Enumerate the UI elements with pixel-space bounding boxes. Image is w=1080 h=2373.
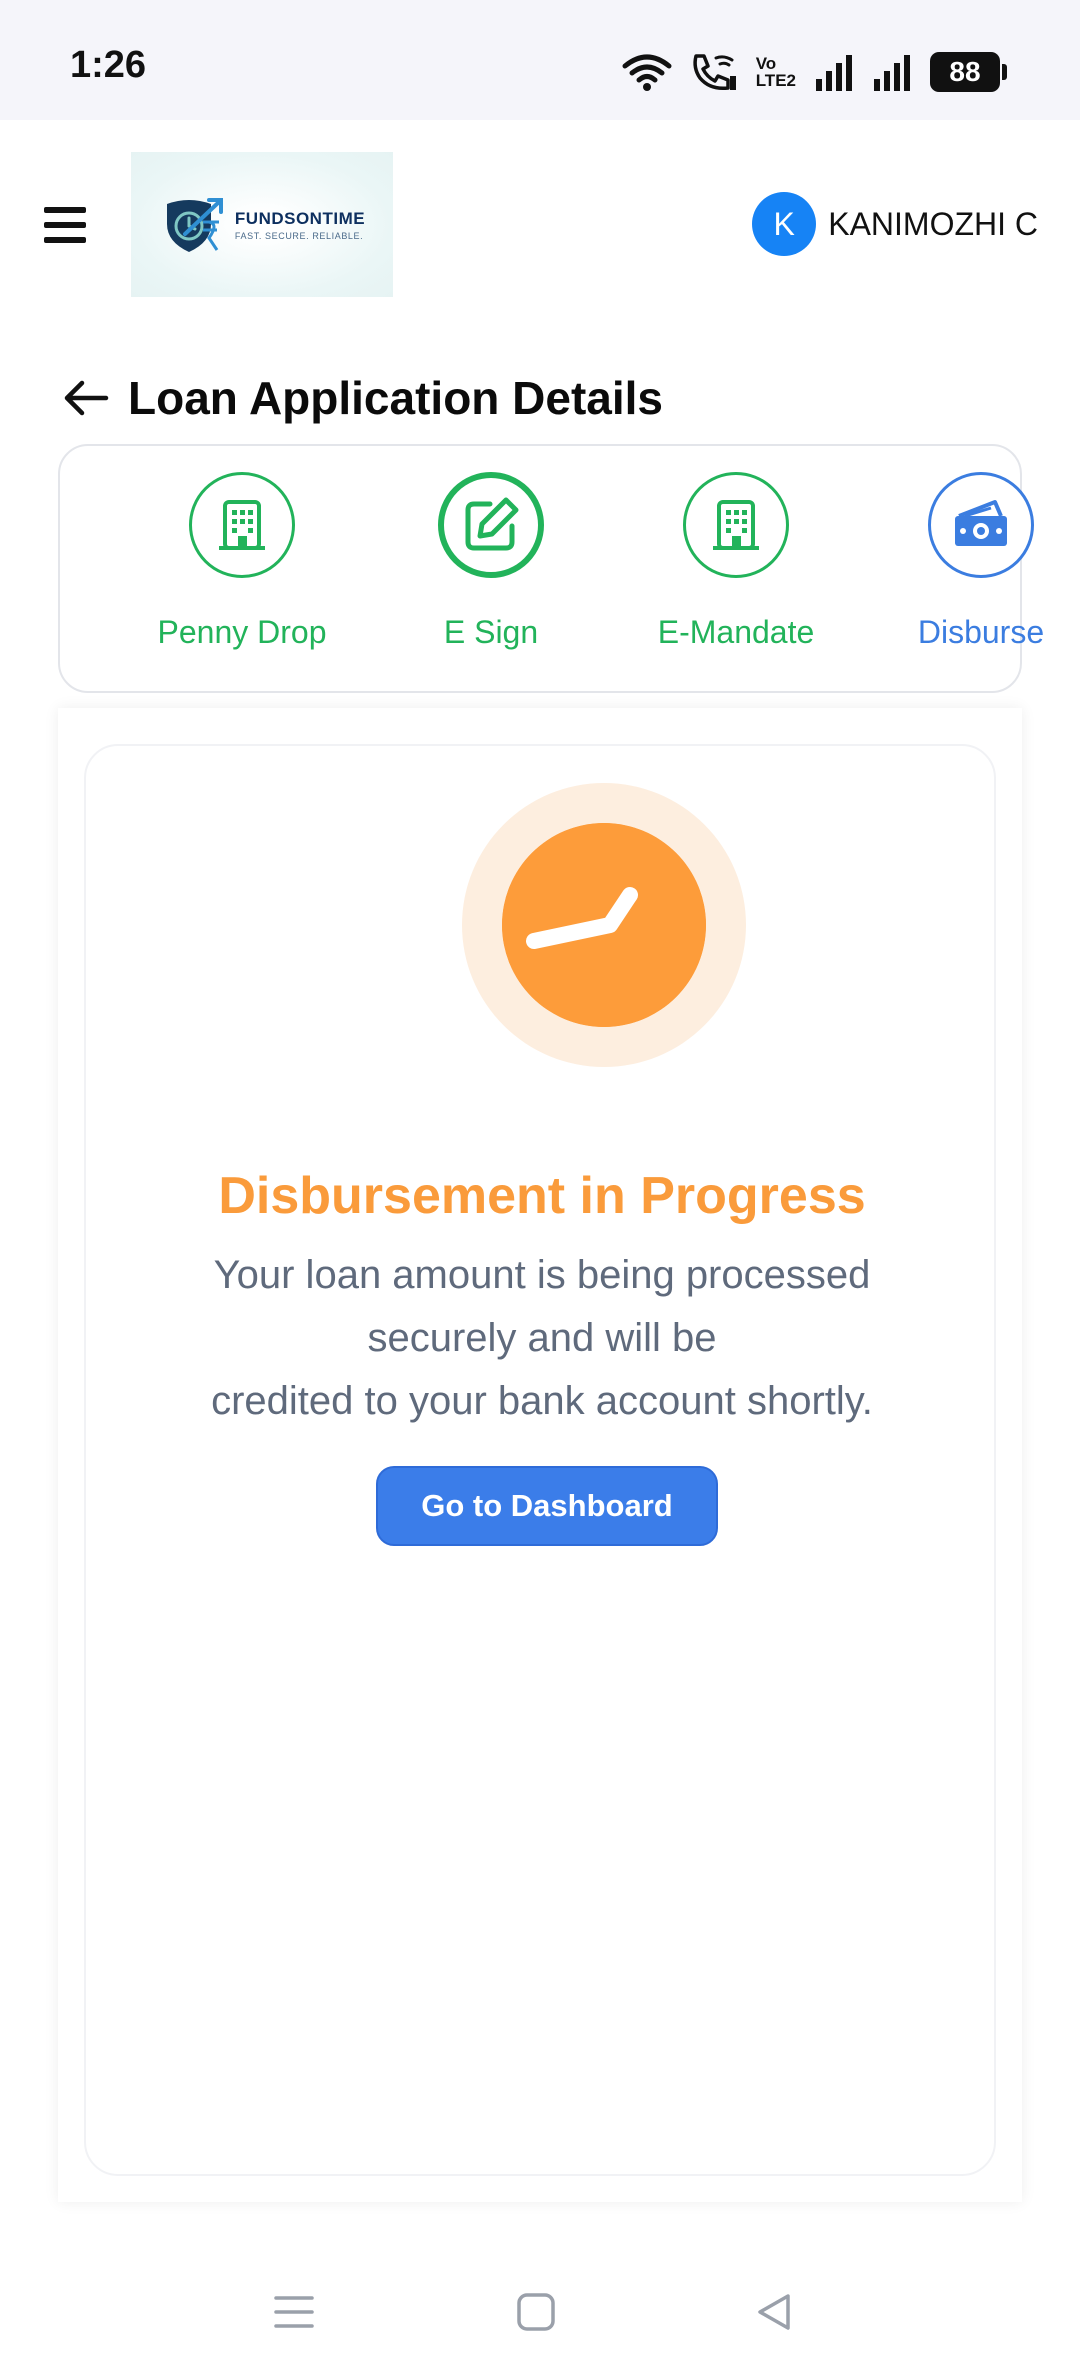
step-penny-drop[interactable]: Penny Drop [142,472,342,651]
wifi-call-icon [693,54,736,91]
volte-label-bottom: LTE2 [755,71,796,90]
step-label: E Sign [443,614,539,650]
step-e-mandate[interactable]: E-Mandate [636,472,836,651]
system-navigation-bar [0,2240,1080,2373]
volte-label-top: Vo [755,54,777,73]
status-description-line: securely and will be [367,1316,717,1360]
logo-tagline: FAST. SECURE. RELIABLE. [234,230,364,241]
status-bar: 1:26 Vo LTE2 88 [0,0,1080,120]
step-disburse[interactable]: Disburse [881,472,1080,651]
recent-apps-icon[interactable] [274,2292,314,2332]
app-header: FUNDSONTIME FAST. SECURE. RELIABLE. K KA… [0,120,1080,330]
signal-icon-sim1 [816,55,852,91]
disbursement-status-panel: Disbursement in Progress Your loan amoun… [58,708,1022,2202]
money-icon [955,500,1007,546]
step-circle [683,472,789,578]
step-label: Penny Drop [157,614,327,650]
building-icon [713,500,759,550]
status-description-line: Your loan amount is being processed [213,1253,871,1297]
back-arrow-icon[interactable] [62,378,110,418]
logo-brand-text: FUNDSONTIME [234,208,366,228]
home-icon[interactable] [516,2292,556,2332]
step-circle [438,472,544,578]
user-name[interactable]: KANIMOZHI C [828,206,1038,243]
signal-icon-sim2 [874,55,910,91]
status-time: 1:26 [70,44,147,86]
menu-icon[interactable] [44,207,86,243]
status-description-line: credited to your bank account shortly. [211,1379,873,1423]
status-icons: Vo LTE2 88 [622,48,1007,96]
status-card: Disbursement in Progress Your loan amoun… [84,744,996,2176]
go-to-dashboard-button[interactable]: Go to Dashboard [376,1466,718,1546]
avatar[interactable]: K [752,192,817,256]
page-title-row: Loan Application Details [62,365,663,431]
user-profile[interactable]: K KANIMOZHI C [752,192,1038,256]
edit-icon [465,497,519,551]
clock-icon [462,783,746,1067]
status-title: Disbursement in Progress [218,1167,866,1225]
volte-indicator: Vo LTE2 [756,55,796,89]
status-description: Your loan amount is being processed secu… [146,1244,938,1433]
back-icon[interactable] [754,2292,794,2332]
step-e-sign[interactable]: E Sign [391,472,591,651]
building-icon [219,500,265,550]
loan-progress-stepper: Penny Drop E Sign E-Mandate Disburse [58,444,1044,693]
step-circle [189,472,295,578]
brand-logo: FUNDSONTIME FAST. SECURE. RELIABLE. [131,152,393,297]
logo-emblem-icon [166,197,223,252]
step-circle [928,472,1034,578]
battery-indicator: 88 [930,52,1007,92]
step-label: Disburse [917,614,1045,650]
page-title: Loan Application Details [128,372,664,424]
wifi-icon [622,54,672,91]
step-label: E-Mandate [657,614,815,650]
